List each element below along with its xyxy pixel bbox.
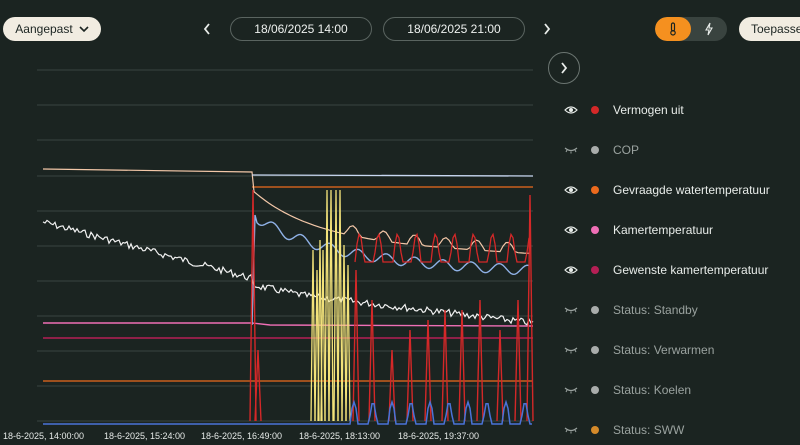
apply-button[interactable]: Toepassen (739, 17, 800, 41)
eye-icon[interactable] (563, 104, 579, 116)
chevron-right-icon (561, 62, 568, 74)
sww-spike (341, 244, 347, 422)
chevron-right-icon (544, 23, 551, 35)
x-tick-label: 18-6-2025, 15:24:00 (104, 431, 186, 441)
legend-label: Status: Verwarmen (613, 343, 715, 357)
power-spike (352, 269, 360, 422)
x-tick-label: 18-6-2025, 16:49:00 (201, 431, 283, 441)
eye-closed-icon[interactable] (563, 424, 579, 436)
series-line-white (42, 219, 534, 326)
preset-label: Aangepast (15, 22, 73, 36)
legend-item[interactable]: Status: Koelen (563, 380, 691, 400)
series-line-kamertemperatuur (43, 322, 534, 327)
series-line-light-blue (251, 214, 530, 326)
eye-closed-icon[interactable] (563, 304, 579, 316)
legend-item[interactable]: Kamertemperatuur (563, 220, 713, 240)
eye-closed-icon[interactable] (563, 344, 579, 356)
legend-color-dot (591, 146, 599, 154)
x-tick-label: 18-6-2025, 19:37:00 (398, 431, 480, 441)
legend-item[interactable]: Status: Standby (563, 300, 698, 320)
eye-closed-icon[interactable] (563, 384, 579, 396)
power-hump-line (354, 232, 530, 263)
legend-color-dot (591, 186, 599, 194)
legend-label: Gewenste kamertemperatuur (613, 263, 769, 277)
eye-icon[interactable] (563, 184, 579, 196)
lightning-icon (705, 22, 713, 36)
legend-label: Gevraagde watertemperatuur (613, 183, 770, 197)
prev-period-button[interactable] (200, 20, 214, 38)
sww-spike (310, 249, 316, 422)
legend-item[interactable]: Status: Verwarmen (563, 340, 714, 360)
legend-color-dot (591, 266, 599, 274)
x-tick-label: 18-6-2025, 14:00:00 (3, 431, 85, 441)
legend-label: Vermogen uit (613, 103, 684, 117)
legend-color-dot (591, 106, 599, 114)
mode-toggle[interactable] (655, 17, 727, 41)
date-from-field[interactable]: 18/06/2025 14:00 (230, 17, 372, 41)
temperature-mode-button[interactable] (655, 17, 691, 41)
power-spike (496, 329, 504, 422)
legend-item[interactable]: Status: SWW (563, 420, 684, 440)
legend-label: Kamertemperatuur (613, 223, 714, 237)
sww-spike (345, 264, 351, 422)
legend-color-dot (591, 226, 599, 234)
x-tick-label: 18-6-2025, 18:13:00 (299, 431, 381, 441)
power-spike (368, 299, 376, 422)
legend-item[interactable]: Gewenste kamertemperatuur (563, 260, 768, 280)
power-spike (458, 309, 466, 422)
preset-dropdown[interactable]: Aangepast (3, 17, 101, 41)
eye-icon[interactable] (563, 224, 579, 236)
power-spike (424, 319, 432, 422)
eye-closed-icon[interactable] (563, 144, 579, 156)
legend-item[interactable]: COP (563, 140, 639, 160)
chevron-left-icon (203, 23, 210, 35)
power-spike (526, 194, 534, 422)
eye-icon[interactable] (563, 264, 579, 276)
power-spike (441, 309, 449, 422)
legend-item[interactable]: Gevraagde watertemperatuur (563, 180, 770, 200)
thermometer-icon (670, 22, 676, 36)
legend-item[interactable]: Vermogen uit (563, 100, 684, 120)
legend-label: Status: Standby (613, 303, 698, 317)
sww-spike (320, 249, 326, 422)
legend-color-dot (591, 306, 599, 314)
legend-color-dot (591, 346, 599, 354)
power-mode-button[interactable] (691, 17, 727, 41)
legend-color-dot (591, 386, 599, 394)
chevron-down-icon (79, 26, 89, 33)
legend-label: Status: Koelen (613, 383, 692, 397)
legend-label: Status: SWW (613, 423, 685, 437)
power-spike (514, 299, 522, 422)
legend-color-dot (591, 426, 599, 434)
legend-label: COP (613, 143, 640, 157)
collapse-legend-button[interactable] (548, 52, 580, 84)
next-period-button[interactable] (540, 20, 554, 38)
date-to-field[interactable]: 18/06/2025 21:00 (383, 17, 525, 41)
